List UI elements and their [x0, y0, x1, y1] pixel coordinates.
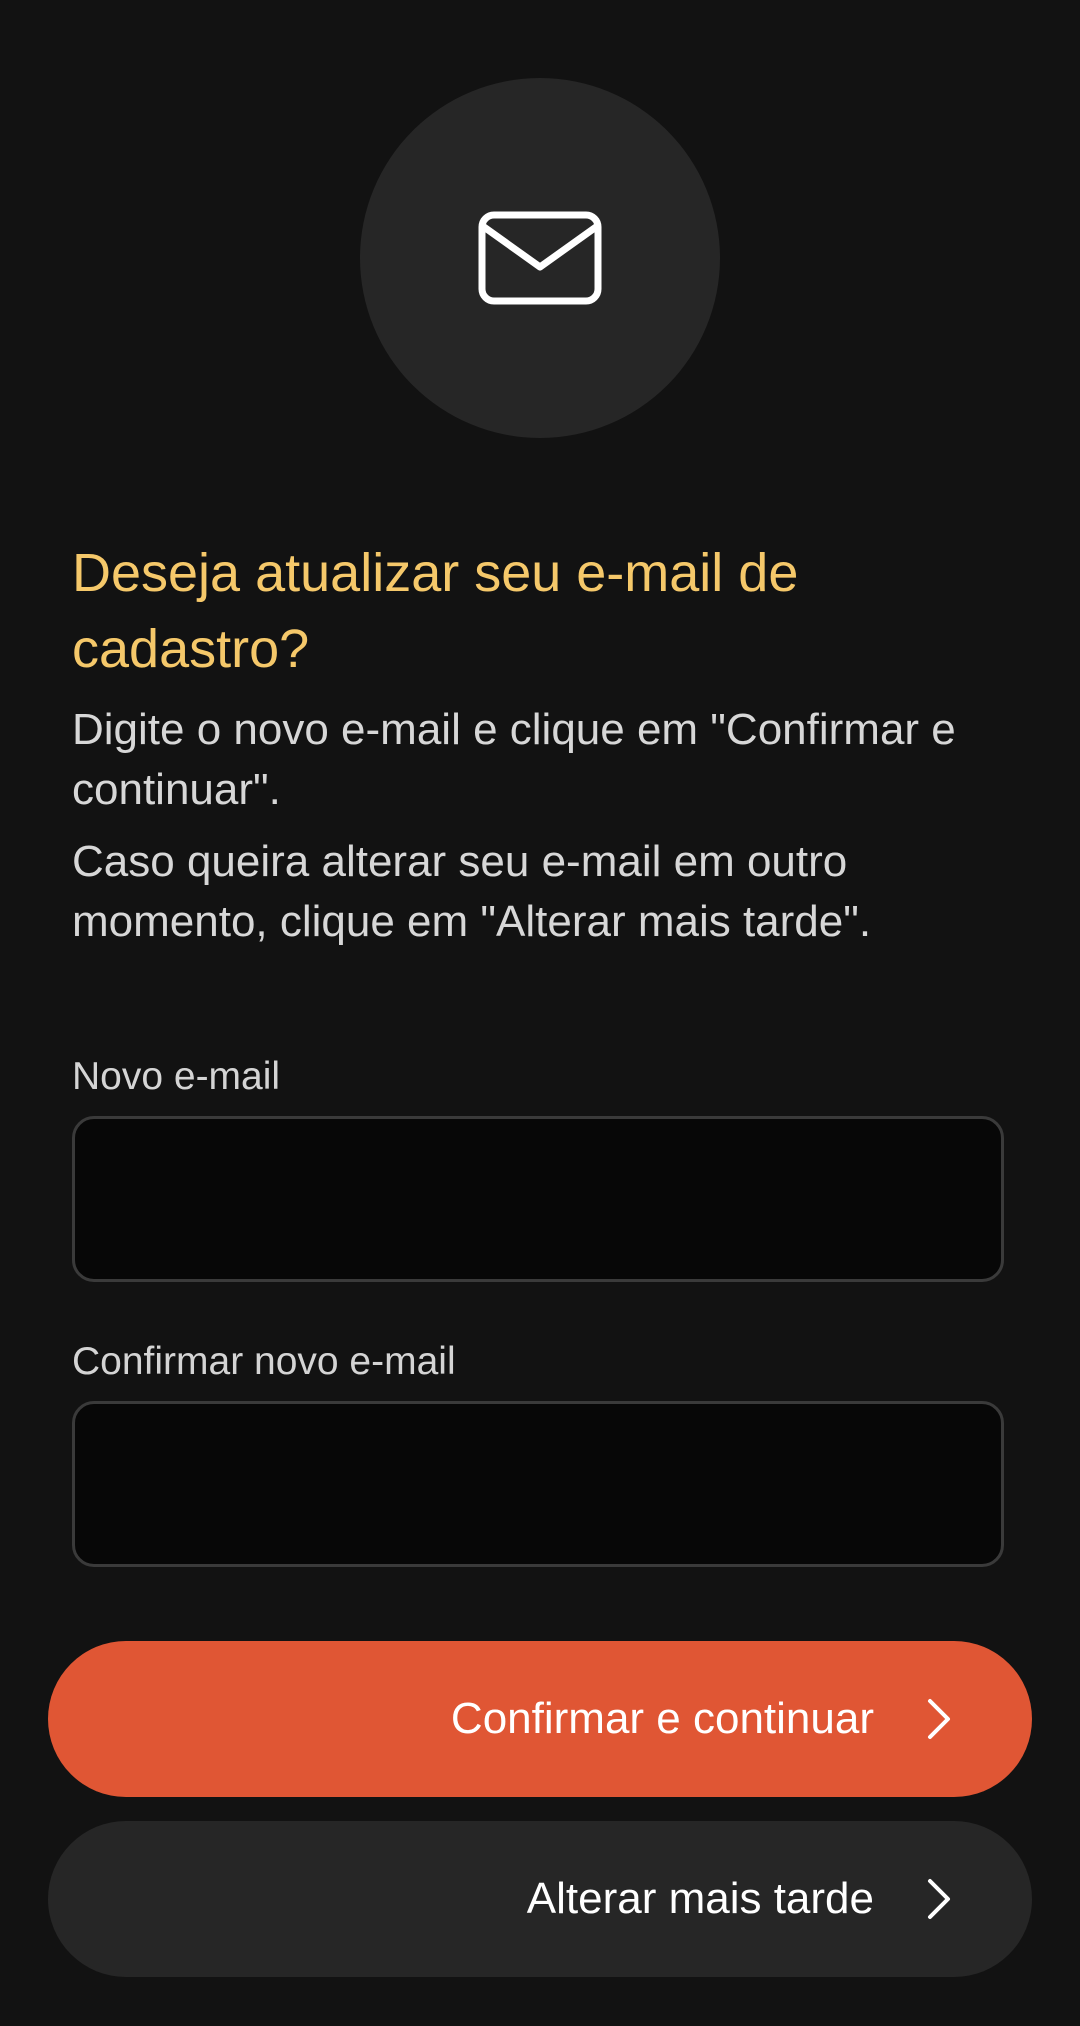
page-title: Deseja atualizar seu e-mail de cadastro? — [72, 543, 799, 679]
confirm-continue-label: Confirmar e continuar — [450, 1694, 874, 1743]
envelope-icon — [478, 211, 602, 305]
confirm-continue-button[interactable]: Confirmar e continuar — [48, 1641, 1032, 1797]
update-email-screen: Deseja atualizar seu e-mail de cadastro?… — [0, 0, 1080, 2026]
envelope-badge — [360, 78, 720, 438]
new-email-input[interactable] — [72, 1116, 1004, 1282]
chevron-right-icon — [926, 1697, 952, 1741]
later-instruction-text: Caso queira alterar seu e-mail em outro … — [72, 837, 872, 946]
change-later-label: Alterar mais tarde — [526, 1874, 874, 1923]
change-later-button[interactable]: Alterar mais tarde — [48, 1821, 1032, 1977]
instruction-text: Digite o novo e-mail e clique em "Confir… — [72, 705, 956, 814]
chevron-right-icon — [926, 1877, 952, 1921]
new-email-label: Novo e-mail — [72, 1055, 281, 1098]
confirm-email-label: Confirmar novo e-mail — [72, 1340, 456, 1383]
confirm-email-input[interactable] — [72, 1401, 1004, 1567]
